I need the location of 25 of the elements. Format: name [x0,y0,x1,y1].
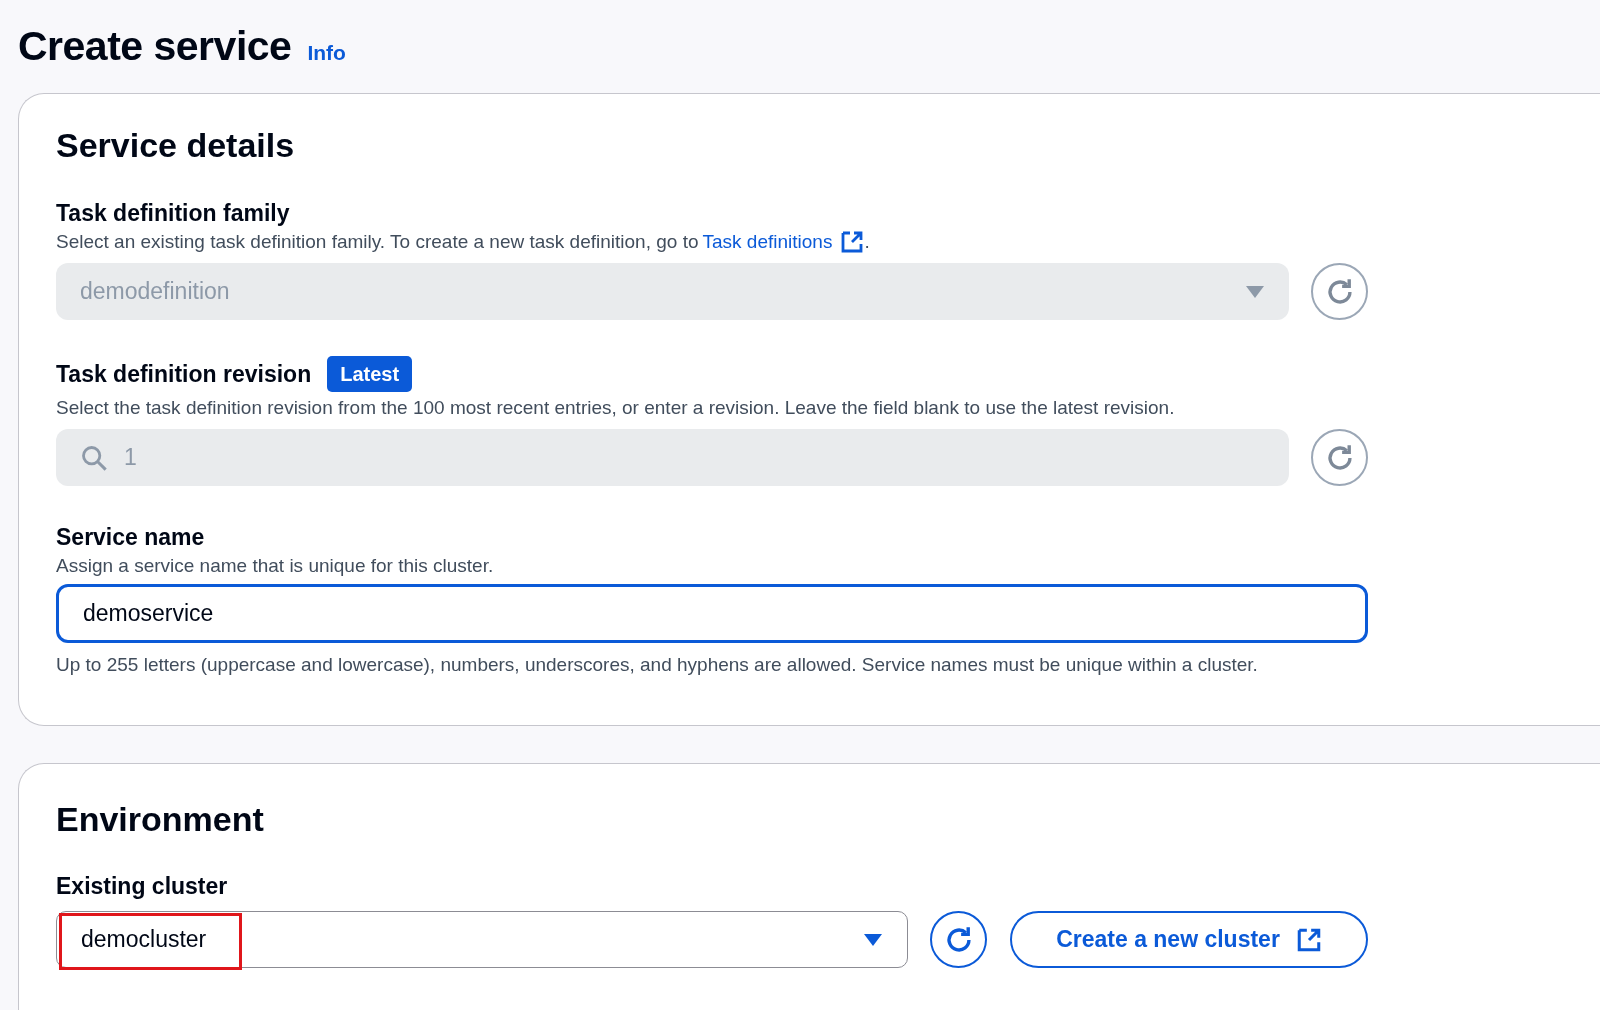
latest-badge: Latest [327,356,413,392]
field-description: Select the task definition revision from the 100 most recent entries, or enter a revision. Leave the field blank to use the latest revision. [56,396,1176,420]
cluster-dropdown[interactable]: democluster [56,911,908,968]
field-label: Existing cluster [56,872,229,901]
create-cluster-button[interactable]: Create a new cluster [1010,911,1368,968]
field-description: Up to 255 letters (uppercase and lowercase), numbers, underscores, and hyphens are allowed. Service names must be unique within a cluster. [56,653,1259,677]
refresh-button[interactable] [930,911,987,968]
refresh-button[interactable] [1311,263,1368,320]
caret-down-icon [1245,284,1265,299]
field-label: Task definition revision [56,360,312,389]
external-link-icon [840,230,865,254]
field-description: Select an existing task definition family. To create a new task definition, go to [56,230,699,254]
external-link-icon [1295,926,1322,953]
field-label: Service name [56,523,206,552]
search-icon [80,443,108,472]
section-heading: Environment [56,799,265,840]
period-text: . [864,230,870,254]
info-link[interactable]: Info [307,37,346,69]
service-name-input[interactable]: demoservice [56,584,1368,643]
field-label: Task definition family [56,199,291,228]
section-heading: Service details [56,125,296,166]
refresh-button[interactable] [1311,429,1368,486]
page-title: Create service [18,22,292,71]
field-description: Assign a service name that is unique for this cluster. [56,554,495,578]
caret-down-icon [863,932,883,947]
